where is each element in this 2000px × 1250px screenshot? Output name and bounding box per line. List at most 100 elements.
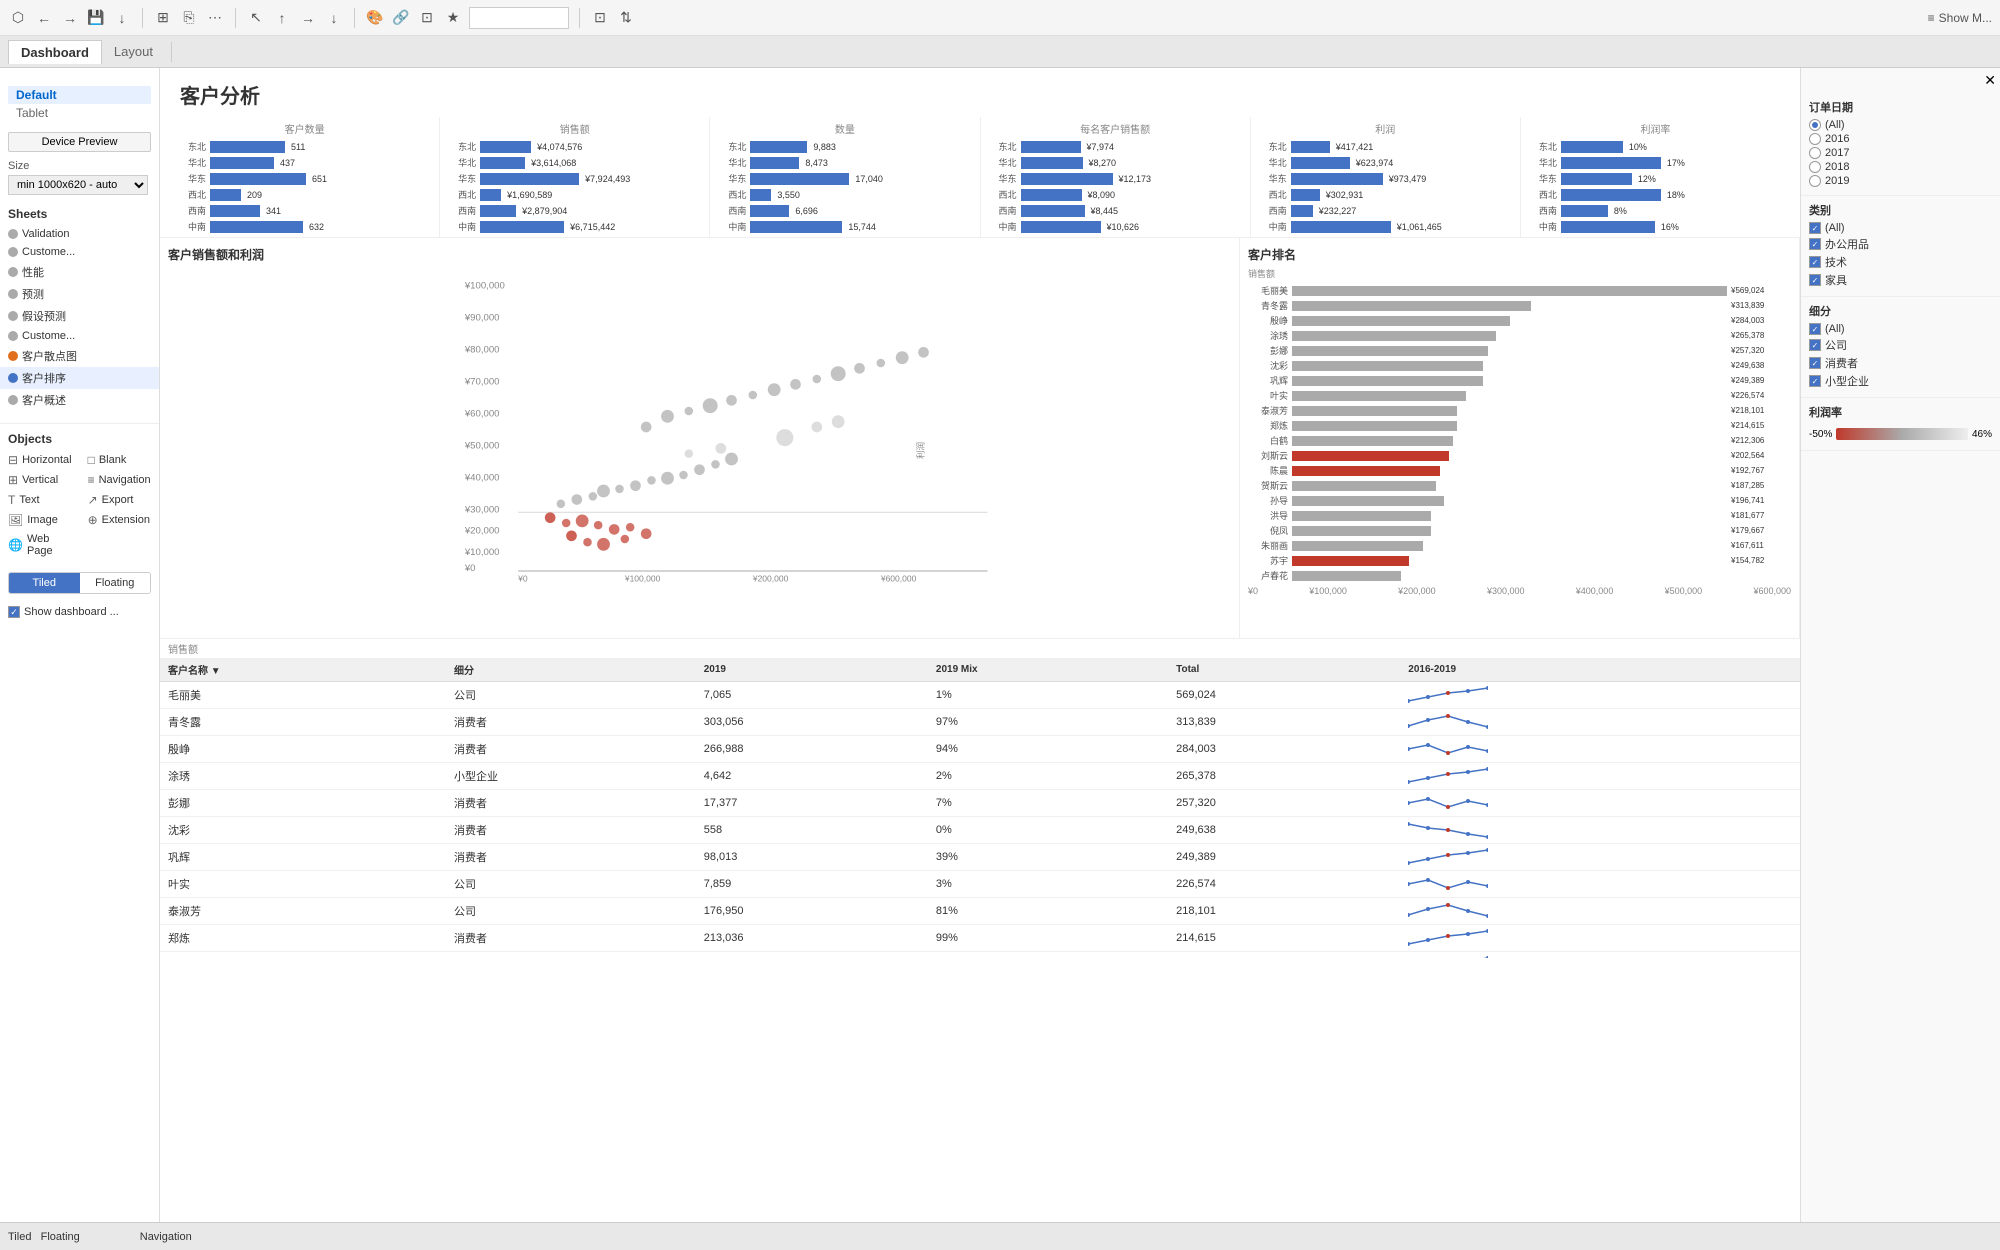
radio-2019[interactable] bbox=[1809, 175, 1821, 187]
year-2016[interactable]: 2016 bbox=[1809, 133, 1992, 145]
cat-all[interactable]: ✓ (All) bbox=[1809, 222, 1992, 234]
sheet-item-perf[interactable]: 性能 bbox=[0, 261, 159, 283]
back-icon[interactable]: ← bbox=[34, 8, 54, 28]
ranking-bar-value: ¥196,741 bbox=[1731, 496, 1791, 505]
year-2019[interactable]: 2019 bbox=[1809, 175, 1992, 187]
link-icon[interactable]: 🔗 bbox=[391, 8, 411, 28]
kpi-bar-fill bbox=[210, 221, 303, 233]
search-input[interactable] bbox=[469, 7, 569, 29]
kpi-customer-count: 客户数量 东北 511 华北 437 华东 bbox=[170, 117, 440, 237]
cat-tech[interactable]: ✓ 技术 bbox=[1809, 254, 1992, 270]
customer-table-wrapper[interactable]: 销售额 客户名称 ▼ 细分 2019 2019 Mix Total 2016-2… bbox=[160, 639, 1800, 958]
seg-small[interactable]: ✓ 小型企业 bbox=[1809, 373, 1992, 389]
show-dashboard-checkbox[interactable]: ✓ bbox=[8, 606, 20, 618]
sparkline-cell bbox=[1400, 682, 1800, 709]
floating-button[interactable]: Floating bbox=[80, 573, 151, 593]
tab-dashboard[interactable]: Dashboard bbox=[8, 40, 102, 64]
arrow-right-icon[interactable]: → bbox=[298, 8, 318, 28]
device-preview-button[interactable]: Device Preview bbox=[8, 132, 151, 152]
sheet-item-validation[interactable]: Validation bbox=[0, 225, 159, 243]
check-office[interactable]: ✓ bbox=[1809, 238, 1821, 250]
radio-2018[interactable] bbox=[1809, 161, 1821, 173]
show-me-button[interactable]: ≡ Show M... bbox=[1928, 11, 1992, 25]
save-icon[interactable]: 💾 bbox=[86, 8, 106, 28]
svg-text:¥0: ¥0 bbox=[464, 563, 476, 574]
copy-icon[interactable]: ⎘ bbox=[179, 8, 199, 28]
kpi-bar-fill bbox=[1021, 221, 1101, 233]
navigation-label: Navigation bbox=[140, 1231, 192, 1243]
ranking-title: 客户排名 bbox=[1248, 246, 1791, 263]
size-section: Size min 1000x620 - auto bbox=[0, 156, 159, 199]
tiled-button[interactable]: Tiled bbox=[9, 573, 80, 593]
home-icon[interactable]: ⬡ bbox=[8, 8, 28, 28]
color-icon[interactable]: 🎨 bbox=[365, 8, 385, 28]
ranking-bar-fill-wrap bbox=[1292, 466, 1727, 476]
check-company[interactable]: ✓ bbox=[1809, 339, 1821, 351]
sheet-item-scatter[interactable]: 客户散点图 bbox=[0, 345, 159, 367]
svg-text:¥70,000: ¥70,000 bbox=[464, 376, 500, 387]
sheet-dot bbox=[8, 395, 18, 405]
seg-company[interactable]: ✓ 公司 bbox=[1809, 337, 1992, 353]
sheet-item-custome1[interactable]: Custome... bbox=[0, 243, 159, 261]
sheet-item-forecast[interactable]: 预测 bbox=[0, 283, 159, 305]
radio-2016[interactable] bbox=[1809, 133, 1821, 145]
object-image[interactable]: 🖼 Image bbox=[0, 510, 80, 530]
sheet-item-ranking[interactable]: 客户排序 bbox=[0, 367, 159, 389]
expand-icon[interactable]: ⊡ bbox=[417, 8, 437, 28]
ranking-bar-row: 苏宇¥154,782 bbox=[1248, 554, 1791, 567]
sheets-title: Sheets bbox=[0, 203, 159, 225]
close-icon[interactable]: ✕ bbox=[1984, 72, 1996, 89]
sheet-item-hypothesis[interactable]: 假设预测 bbox=[0, 305, 159, 327]
ranking-bar-row: 洪导¥181,677 bbox=[1248, 509, 1791, 522]
kpi-row: 中南 ¥1,061,465 bbox=[1259, 220, 1512, 233]
object-horizontal[interactable]: ⊟ Horizontal bbox=[0, 450, 80, 470]
star-icon[interactable]: ★ bbox=[443, 8, 463, 28]
sheet-item-overview[interactable]: 客户概述 bbox=[0, 389, 159, 411]
seg-consumer[interactable]: ✓ 消费者 bbox=[1809, 355, 1992, 371]
tab-layout[interactable]: Layout bbox=[102, 40, 165, 63]
cat-office[interactable]: ✓ 办公用品 bbox=[1809, 236, 1992, 252]
kpi-row: 华东 ¥12,173 bbox=[989, 172, 1242, 185]
download-icon[interactable]: ↓ bbox=[112, 8, 132, 28]
ranking-bar-fill bbox=[1292, 286, 1727, 296]
check-tech[interactable]: ✓ bbox=[1809, 256, 1821, 268]
check-seg-all[interactable]: ✓ bbox=[1809, 323, 1821, 335]
cursor-icon[interactable]: ↖ bbox=[246, 8, 266, 28]
year-filter-section: 订单日期 (All) 2016 2017 2018 2019 bbox=[1801, 93, 2000, 196]
object-webpage[interactable]: 🌐 Web Page bbox=[0, 530, 80, 560]
kpi-profit-rate: 利润率 东北 10% 华北 17% 华东 bbox=[1521, 117, 1790, 237]
seg-all[interactable]: ✓ (All) bbox=[1809, 323, 1992, 335]
ranking-bar-fill bbox=[1292, 391, 1466, 401]
arrow-down-icon[interactable]: ↓ bbox=[324, 8, 344, 28]
object-text[interactable]: T Text bbox=[0, 490, 80, 510]
object-blank[interactable]: □ Blank bbox=[80, 450, 159, 470]
check-consumer[interactable]: ✓ bbox=[1809, 357, 1821, 369]
tab-bar: Dashboard Layout bbox=[0, 36, 2000, 68]
arrow-up-icon[interactable]: ↑ bbox=[272, 8, 292, 28]
ranking-bar-fill-wrap bbox=[1292, 541, 1727, 551]
navigation-icon: ≡ bbox=[88, 473, 95, 487]
radio-2017[interactable] bbox=[1809, 147, 1821, 159]
kpi-row: 华北 17% bbox=[1529, 156, 1782, 169]
sheet-item-custome2[interactable]: Custome... bbox=[0, 327, 159, 345]
year-2017[interactable]: 2017 bbox=[1809, 147, 1992, 159]
check-small[interactable]: ✓ bbox=[1809, 375, 1821, 387]
radio-all[interactable] bbox=[1809, 119, 1821, 131]
size-select[interactable]: min 1000x620 - auto bbox=[8, 175, 148, 195]
sheets-section: Sheets Validation Custome... 性能 预测 假设预测 bbox=[0, 199, 159, 415]
year-2018[interactable]: 2018 bbox=[1809, 161, 1992, 173]
more-icon[interactable]: ⋯ bbox=[205, 8, 225, 28]
grid-icon[interactable]: ⊞ bbox=[153, 8, 173, 28]
share-icon[interactable]: ⇅ bbox=[616, 8, 636, 28]
check-furniture[interactable]: ✓ bbox=[1809, 274, 1821, 286]
object-navigation[interactable]: ≡ Navigation bbox=[80, 470, 159, 490]
object-export[interactable]: ↗ Export bbox=[80, 490, 159, 510]
object-vertical[interactable]: ⊞ Vertical bbox=[0, 470, 80, 490]
object-extension[interactable]: ⊕ Extension bbox=[80, 510, 159, 530]
fit-icon[interactable]: ⊡ bbox=[590, 8, 610, 28]
gradient-row: -50% 46% bbox=[1809, 424, 1992, 444]
check-cat-all[interactable]: ✓ bbox=[1809, 222, 1821, 234]
year-all[interactable]: (All) bbox=[1809, 119, 1992, 131]
cat-furniture[interactable]: ✓ 家具 bbox=[1809, 272, 1992, 288]
forward-icon[interactable]: → bbox=[60, 8, 80, 28]
